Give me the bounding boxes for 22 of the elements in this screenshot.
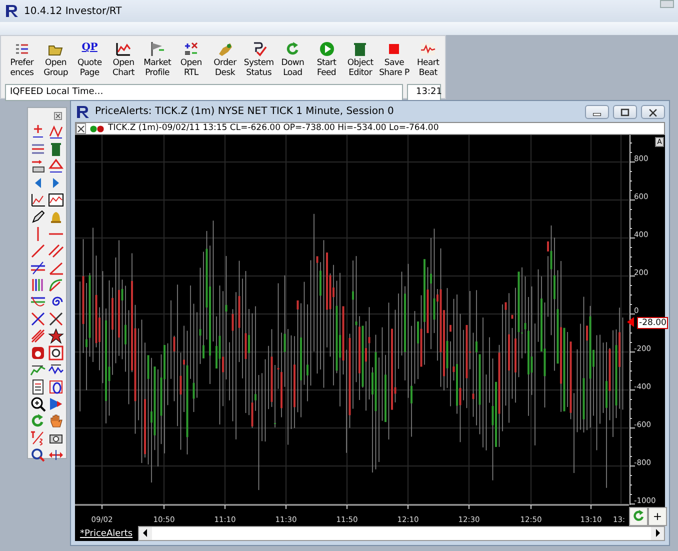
legend-text: TICK.Z (1m)-09/02/11 13:15 CL=-626.00 OP=-738.00 Hi=-534.00 Lo=-764.00: [108, 123, 439, 134]
quote-page-icon: QP: [82, 40, 98, 58]
toolbar-button[interactable]: Order Desk: [208, 40, 242, 80]
zoom-button[interactable]: +: [648, 507, 667, 526]
time-field: 13:21: [407, 84, 441, 101]
toolbar-button[interactable]: Open Chart: [106, 40, 140, 80]
toolbar-button[interactable]: Prefer ences: [5, 40, 39, 80]
toolbar-button[interactable]: QP Quote Page: [72, 40, 107, 80]
toolbar-button[interactable]: Open RTL: [174, 40, 208, 80]
toolbar-button[interactable]: Open Group: [38, 40, 73, 80]
window-title: 10.4.12 Investor/RT: [24, 4, 122, 18]
toolbar-button[interactable]: Down Load: [276, 40, 310, 80]
toolbar-button[interactable]: Heart Beat: [411, 40, 445, 80]
toolbar-button[interactable]: Save Share P: [377, 40, 412, 80]
chart-tab[interactable]: *PriceAlerts: [75, 526, 138, 541]
status-field: IQFEED Local Time…: [5, 84, 403, 101]
toolbar-button[interactable]: Market Profile: [140, 40, 174, 80]
toolbar-button[interactable]: Object Editor: [343, 40, 378, 80]
toolbar-button[interactable]: System Status: [242, 40, 276, 80]
chart-window-title: PriceAlerts: TICK.Z (1m) NYSE NET TICK 1 Minute, Session 0: [95, 105, 394, 119]
toolbar-button[interactable]: Start Feed: [310, 40, 344, 80]
last-price-label: -28.00: [637, 317, 668, 329]
